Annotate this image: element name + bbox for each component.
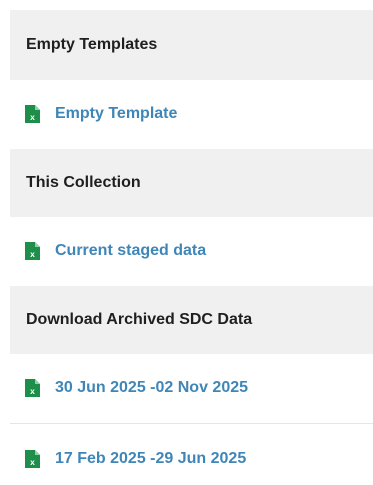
link-label: Empty Template bbox=[55, 105, 178, 122]
link-label: 17 Feb 2025 -29 Jun 2025 bbox=[55, 450, 247, 467]
empty-template-link[interactable]: x Empty Template bbox=[10, 94, 373, 134]
excel-file-icon: x bbox=[25, 379, 40, 397]
svg-text:x: x bbox=[30, 249, 35, 259]
archive-link-feb-jun-2025[interactable]: x 17 Feb 2025 -29 Jun 2025 bbox=[10, 439, 373, 479]
divider bbox=[10, 423, 373, 424]
section-header-download-archived: Download Archived SDC Data bbox=[10, 286, 373, 354]
archive-link-jun-nov-2025[interactable]: x 30 Jun 2025 -02 Nov 2025 bbox=[10, 368, 373, 408]
excel-file-icon: x bbox=[25, 242, 40, 260]
svg-text:x: x bbox=[30, 386, 35, 396]
current-staged-data-link[interactable]: x Current staged data bbox=[10, 231, 373, 271]
svg-text:x: x bbox=[30, 457, 35, 467]
excel-file-icon: x bbox=[25, 105, 40, 123]
section-header-empty-templates: Empty Templates bbox=[10, 10, 373, 80]
section-header-label: Download Archived SDC Data bbox=[26, 311, 253, 328]
excel-file-icon: x bbox=[25, 450, 40, 468]
link-label: 30 Jun 2025 -02 Nov 2025 bbox=[55, 379, 249, 396]
section-header-this-collection: This Collection bbox=[10, 149, 373, 217]
section-header-label: This Collection bbox=[26, 174, 141, 191]
link-label: Current staged data bbox=[55, 242, 207, 259]
section-header-label: Empty Templates bbox=[26, 36, 158, 53]
download-panel: Empty Templates x Empty Template This Co… bbox=[0, 0, 373, 485]
svg-text:x: x bbox=[30, 112, 35, 122]
